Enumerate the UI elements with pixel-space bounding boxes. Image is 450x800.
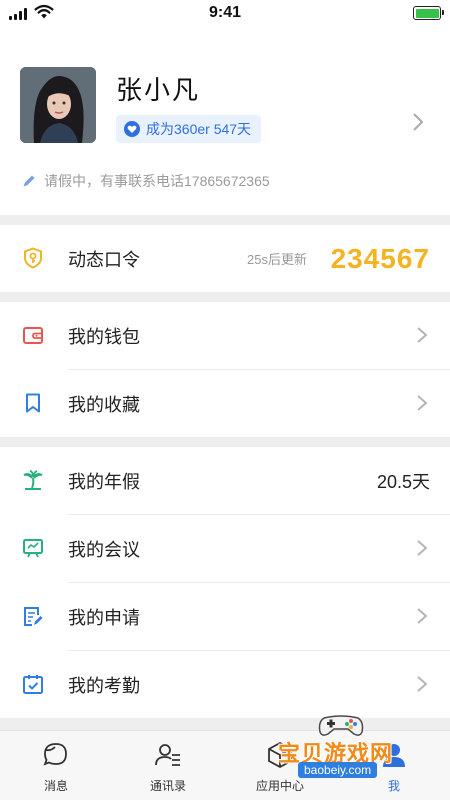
- chevron-right-icon: [417, 608, 428, 624]
- menu-item-meetings[interactable]: 我的会议: [0, 515, 450, 582]
- menu-item-attendance[interactable]: 我的考勤: [0, 651, 450, 718]
- user-name: 张小凡: [116, 75, 201, 105]
- contacts-icon: [155, 744, 180, 766]
- menu-item-label: 我的申请: [68, 607, 140, 628]
- chevron-right-icon[interactable]: [410, 112, 426, 132]
- presentation-board-icon: [23, 539, 43, 558]
- pencil-icon: [23, 175, 35, 187]
- chevron-right-icon: [417, 395, 428, 411]
- shield-key-icon: [24, 247, 42, 269]
- chevron-right-icon: [417, 676, 428, 692]
- avatar[interactable]: [20, 67, 96, 143]
- status-message[interactable]: 请假中，有事联系电话17865672365: [22, 171, 270, 191]
- gamepad-icon: [318, 715, 364, 736]
- calendar-check-icon: [23, 675, 43, 694]
- wallet-icon: [23, 327, 43, 344]
- menu-item-label: 我的会议: [68, 539, 140, 560]
- token-refresh-countdown: 25s后更新: [247, 252, 307, 267]
- menu-item-annual-leave[interactable]: 我的年假 20.5天: [0, 447, 450, 514]
- tenure-badge: 成为360er 547天: [116, 115, 262, 143]
- section-divider: [0, 437, 450, 447]
- menu-item-requests[interactable]: 我的申请: [0, 583, 450, 650]
- token-code: 234567: [330, 242, 430, 274]
- status-bar: 9:41: [0, 0, 450, 28]
- tab-contacts[interactable]: 通讯录: [112, 731, 224, 800]
- bookmark-icon: [26, 393, 40, 413]
- chat-bubble-icon: [43, 743, 67, 766]
- heart-icon: [124, 121, 140, 137]
- tab-label: 消息: [43, 779, 68, 793]
- annual-leave-balance: 20.5天: [376, 471, 430, 492]
- watermark-url: baobeiy.com: [298, 762, 378, 778]
- tenure-badge-label: 成为360er 547天: [146, 121, 252, 137]
- battery-icon: [413, 6, 444, 20]
- menu-item-label: 我的年假: [68, 471, 140, 492]
- status-time: 9:41: [208, 4, 242, 21]
- menu-item-label: 我的考勤: [68, 675, 140, 696]
- document-edit-icon: [24, 607, 43, 626]
- site-watermark: 宝贝游戏网 baobeiy.com: [276, 712, 426, 780]
- chevron-right-icon: [417, 327, 428, 343]
- profile-header[interactable]: 张小凡 成为360er 547天 请假中，有事联系电话17865672365: [0, 28, 450, 215]
- chevron-right-icon: [417, 540, 428, 556]
- tab-messages[interactable]: 消息: [0, 731, 112, 800]
- palm-tree-icon: [23, 469, 43, 490]
- section-divider: [0, 215, 450, 225]
- dynamic-token-row: 动态口令 25s后更新 234567: [0, 225, 450, 292]
- menu-item-label: 我的钱包: [68, 326, 140, 347]
- menu-item-favorites[interactable]: 我的收藏: [0, 370, 450, 437]
- menu-item-label: 我的收藏: [68, 394, 140, 415]
- menu-item-wallet[interactable]: 我的钱包: [0, 302, 450, 369]
- tab-label: 通讯录: [149, 779, 186, 793]
- status-message-text: 请假中，有事联系电话17865672365: [44, 173, 270, 189]
- dynamic-token-label: 动态口令: [68, 249, 140, 270]
- section-divider: [0, 292, 450, 302]
